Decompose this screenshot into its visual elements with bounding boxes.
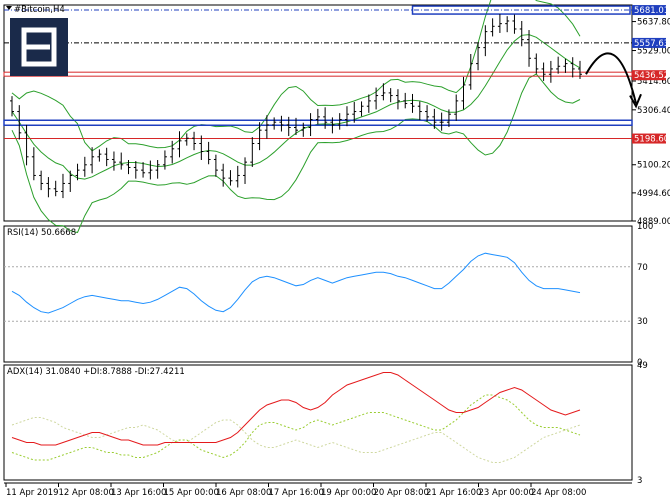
price-tag-label: 5436.52: [634, 71, 669, 81]
symbol-title: #Bitcoin,H4: [14, 5, 65, 15]
adx-panel-frame: [3, 364, 633, 481]
price-tick-label: 4994.60: [637, 189, 670, 199]
time-tick-label: 17 Apr 16:00: [269, 488, 324, 498]
rsi-tick-label: 100: [637, 222, 653, 232]
time-tick-label: 19 Apr 00:00: [321, 488, 376, 498]
rsi-panel-frame: [3, 225, 633, 363]
time-tick-label: 13 Apr 16:00: [111, 488, 166, 498]
bollinger-middle-line: [11, 34, 581, 180]
bollinger-lower-line: [11, 73, 581, 234]
time-tick-label: 15 Apr 00:00: [164, 488, 219, 498]
adx-tick-label: 3: [637, 476, 642, 486]
price-tag-label: 5198.60: [634, 135, 669, 145]
time-tick-label: 21 Apr 16:00: [426, 488, 481, 498]
rsi-tick-label: 70: [637, 263, 648, 273]
price-tick-label: 5637.80: [637, 18, 670, 28]
time-tick-label: 23 Apr 00:00: [479, 488, 534, 498]
rsi-tick-label: 30: [637, 317, 648, 327]
time-tick-label: 24 Apr 08:00: [531, 488, 586, 498]
adx-line: [11, 372, 581, 446]
price-tick-label: 5100.20: [637, 161, 670, 171]
bollinger-bands: [11, 0, 581, 234]
rsi-line: [11, 252, 581, 314]
time-tick-label: 20 Apr 08:00: [374, 488, 429, 498]
price-tag-label: 5557.63: [634, 39, 669, 49]
price-tag-label: 5681.01: [634, 6, 669, 16]
time-tick-label: 11 Apr 2019: [6, 488, 59, 498]
adx-title: ADX(14) 31.0840 +DI:8.7888 -DI:27.4211: [7, 367, 185, 377]
minus-di-line: [11, 417, 581, 463]
forecast-arrow-curve: [585, 52, 637, 104]
adx-tick-label: 49: [637, 361, 648, 371]
chevron-down-icon: [6, 6, 12, 10]
candlestick-series: [10, 14, 582, 199]
rsi-title: RSI(14) 50.6668: [7, 228, 76, 238]
price-tick-label: 5306.40: [637, 106, 670, 116]
time-tick-label: 16 Apr 08:00: [216, 488, 271, 498]
time-tick-label: 12 Apr 08:00: [59, 488, 114, 498]
plus-di-line: [11, 394, 581, 461]
chart-canvas: #Bitcoin,H45637.805529.005414.605306.405…: [3, 0, 670, 498]
